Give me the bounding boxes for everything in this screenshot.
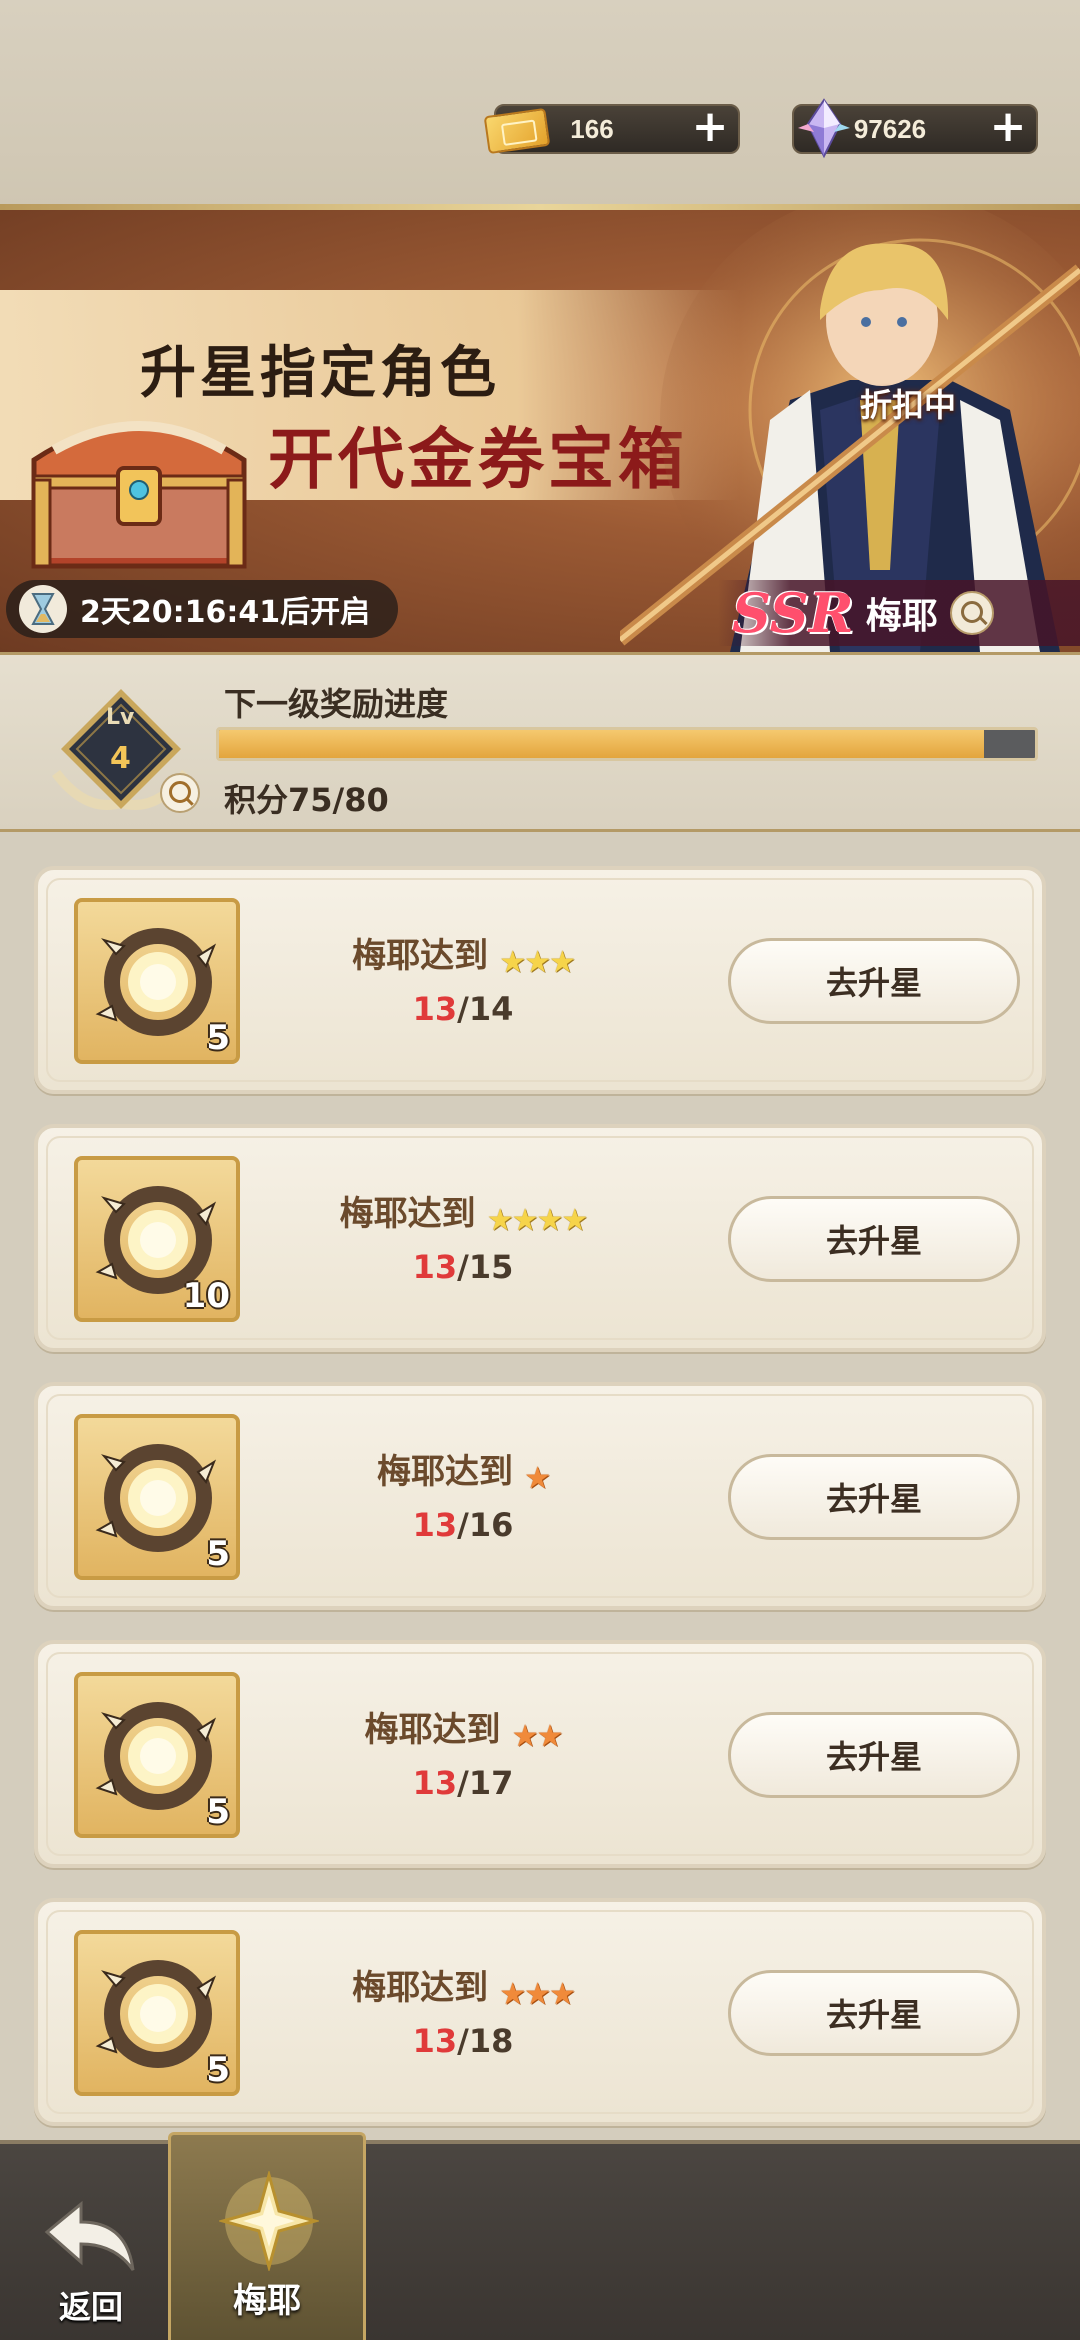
hourglass-icon bbox=[19, 585, 67, 633]
task-progress: 13/14 bbox=[238, 990, 688, 1028]
task-progress-current: 13 bbox=[412, 990, 458, 1028]
level-progress-panel: Lv 4 下一级奖励进度 积分75/80 bbox=[0, 652, 1080, 832]
task-info: 梅耶达到 ★★★ 13/18 bbox=[238, 1960, 688, 2060]
level-value: 4 bbox=[110, 741, 131, 776]
go-star-up-button[interactable]: 去升星 bbox=[728, 1196, 1020, 1282]
go-star-up-button[interactable]: 去升星 bbox=[728, 1712, 1020, 1798]
task-progress-current: 13 bbox=[412, 1248, 458, 1286]
task-card: 5 梅耶达到 ★★★ 13/14 去升星 bbox=[34, 866, 1046, 1094]
discount-label: 折扣中 bbox=[860, 386, 957, 424]
task-title-row: 梅耶达到 ★★★★ bbox=[238, 1186, 688, 1238]
task-progress-total: /17 bbox=[457, 1764, 514, 1802]
task-progress-current: 13 bbox=[412, 1506, 458, 1544]
star-emblem-icon bbox=[219, 2171, 319, 2271]
task-title-row: 梅耶达到 ★★★ bbox=[238, 1960, 688, 2012]
task-title: 梅耶达到 bbox=[339, 1194, 476, 1234]
reward-item[interactable]: 5 bbox=[74, 1930, 240, 2096]
reward-count: 5 bbox=[206, 1018, 230, 1058]
reward-count: 5 bbox=[206, 1792, 230, 1832]
ssr-rarity-label: SSR bbox=[732, 581, 854, 645]
level-progress-title: 下一级奖励进度 bbox=[224, 685, 449, 723]
event-banner: 升星指定角色 开代金券宝箱 折扣中 2天20:16:41后开启 SSR 梅耶 bbox=[0, 210, 1080, 652]
star-rating-icon: ★★★ bbox=[499, 1977, 576, 2012]
task-title-row: 梅耶达到 ★ bbox=[238, 1444, 688, 1496]
task-title-row: 梅耶达到 ★★ bbox=[238, 1702, 688, 1754]
star-rating-icon: ★★ bbox=[511, 1719, 564, 1754]
task-progress: 13/16 bbox=[238, 1506, 688, 1544]
reward-count: 5 bbox=[206, 1534, 230, 1574]
level-score: 积分75/80 bbox=[224, 781, 389, 819]
back-button[interactable]: 返回 bbox=[36, 2200, 146, 2330]
crystal-gem-icon bbox=[798, 98, 850, 159]
task-title: 梅耶达到 bbox=[377, 1452, 513, 1492]
character-name: 梅耶 bbox=[865, 596, 938, 637]
task-title: 梅耶达到 bbox=[352, 1968, 489, 2008]
task-progress-total: /14 bbox=[457, 990, 514, 1028]
star-rating-icon: ★★★ bbox=[499, 945, 576, 980]
task-info: 梅耶达到 ★★★ 13/14 bbox=[238, 928, 688, 1028]
task-card: 5 梅耶达到 ★★★ 13/18 去升星 bbox=[34, 1898, 1046, 2126]
task-progress: 13/17 bbox=[238, 1764, 688, 1802]
task-card: 10 梅耶达到 ★★★★ 13/15 去升星 bbox=[34, 1124, 1046, 1352]
reward-count: 5 bbox=[206, 2050, 230, 2090]
top-bar: 166 + 97626 + bbox=[0, 0, 1080, 210]
star-rating-icon: ★ bbox=[524, 1461, 551, 1496]
task-card: 5 梅耶达到 ★ 13/16 去升星 bbox=[34, 1382, 1046, 1610]
level-label: Lv bbox=[106, 705, 135, 730]
task-progress-current: 13 bbox=[412, 1764, 458, 1802]
gold-ticket-icon bbox=[483, 107, 551, 155]
add-ticket-button[interactable]: + bbox=[688, 105, 732, 151]
task-title-row: 梅耶达到 ★★★ bbox=[238, 928, 688, 980]
character-tab[interactable]: 梅耶 bbox=[168, 2132, 366, 2340]
level-info-search-icon[interactable] bbox=[160, 773, 200, 813]
search-icon[interactable] bbox=[949, 591, 994, 635]
task-info: 梅耶达到 ★★★★ 13/15 bbox=[238, 1186, 688, 1286]
task-title: 梅耶达到 bbox=[352, 936, 489, 976]
level-progress-fill bbox=[219, 730, 984, 758]
task-progress: 13/18 bbox=[238, 2022, 688, 2060]
reward-item[interactable]: 5 bbox=[74, 898, 240, 1064]
level-progress-bar bbox=[216, 727, 1038, 761]
task-progress-total: /15 bbox=[457, 1248, 514, 1286]
task-progress: 13/15 bbox=[238, 1248, 688, 1286]
reward-item[interactable]: 5 bbox=[74, 1672, 240, 1838]
task-card: 5 梅耶达到 ★★ 13/17 去升星 bbox=[34, 1640, 1046, 1868]
star-rating-icon: ★★★★ bbox=[486, 1203, 589, 1238]
go-star-up-button[interactable]: 去升星 bbox=[728, 1454, 1020, 1540]
reward-count: 10 bbox=[182, 1276, 230, 1316]
task-progress-total: /16 bbox=[457, 1506, 514, 1544]
go-star-up-button[interactable]: 去升星 bbox=[728, 938, 1020, 1024]
countdown-timer: 2天20:16:41后开启 bbox=[6, 580, 398, 638]
reward-item[interactable]: 10 bbox=[74, 1156, 240, 1322]
task-info: 梅耶达到 ★★ 13/17 bbox=[238, 1702, 688, 1802]
ticket-currency[interactable]: 166 + bbox=[483, 104, 740, 155]
task-list[interactable]: 5 梅耶达到 ★★★ 13/14 去升星 10 梅耶达到 ★★★★ 13/15 … bbox=[0, 832, 1080, 2140]
task-title: 梅耶达到 bbox=[364, 1710, 501, 1750]
back-arrow-icon bbox=[44, 2200, 135, 2271]
treasure-chest-icon bbox=[31, 421, 247, 569]
gem-currency[interactable]: 97626 + bbox=[792, 98, 1038, 159]
character-tab-label: 梅耶 bbox=[233, 2281, 301, 2321]
character-tag[interactable]: SSR 梅耶 bbox=[718, 580, 1080, 646]
reward-item[interactable]: 5 bbox=[74, 1414, 240, 1580]
task-progress-total: /18 bbox=[457, 2022, 514, 2060]
task-progress-current: 13 bbox=[412, 2022, 458, 2060]
bottom-bar: 返回 bbox=[0, 2140, 1080, 2340]
back-label: 返回 bbox=[58, 2288, 123, 2326]
countdown-text: 2天20:16:41后开启 bbox=[80, 595, 371, 630]
go-star-up-button[interactable]: 去升星 bbox=[728, 1970, 1020, 2056]
add-gem-button[interactable]: + bbox=[986, 105, 1030, 151]
task-info: 梅耶达到 ★ 13/16 bbox=[238, 1444, 688, 1544]
